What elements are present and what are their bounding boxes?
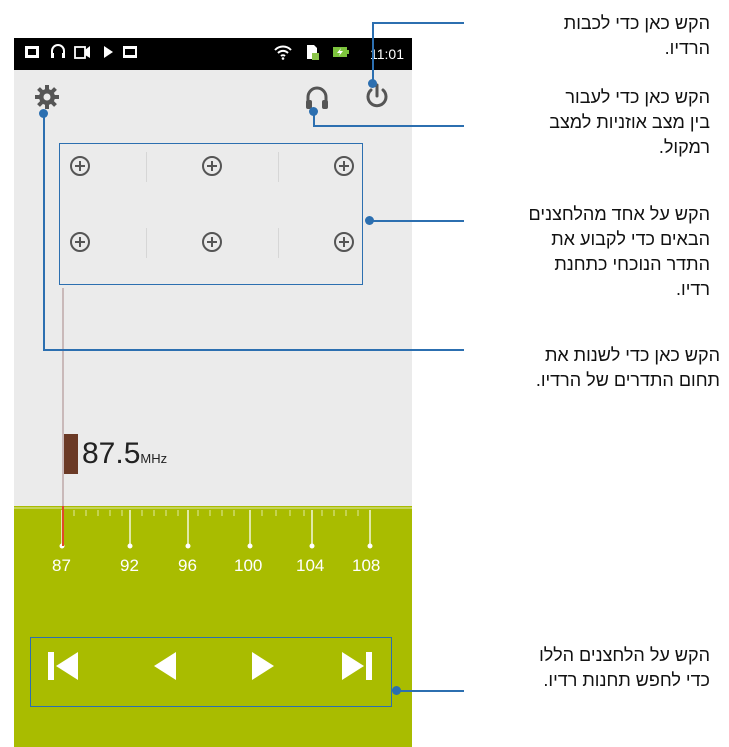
- status-time: 11:01: [370, 46, 404, 62]
- frequency-unit: MHz: [140, 451, 168, 466]
- gallery-icon: [122, 44, 138, 64]
- radio-toolbar: [14, 70, 412, 128]
- presets-leader: [369, 220, 464, 222]
- sim-card-icon: [304, 44, 320, 64]
- seek-leader: [396, 690, 464, 692]
- band-leader-dot: [39, 109, 48, 118]
- note-band: הקש כאן כדי לשנות את תחום התדרים של הרדי…: [535, 345, 720, 390]
- frequency-readout: 87.5MHz: [82, 436, 167, 477]
- status-bar: 11:01: [14, 38, 412, 70]
- frequency-value: 87.5: [82, 437, 141, 470]
- tuning-marker[interactable]: [64, 434, 78, 474]
- headset-icon: [50, 44, 66, 64]
- power-leader-dot: [368, 79, 377, 88]
- scale-label: 104: [296, 556, 325, 575]
- scale-label: 96: [178, 556, 197, 575]
- note-seek: הקש על הלחצנים הללו כדי לחפש תחנות רדיו.: [539, 645, 710, 690]
- sim-icon: [24, 44, 40, 64]
- play-icon: [102, 44, 114, 64]
- scale-label: 92: [120, 556, 139, 575]
- seek-highlight-frame: [30, 637, 392, 707]
- power-leader: [372, 22, 374, 84]
- scale-label: 108: [352, 556, 381, 575]
- headphone-leader: [313, 125, 464, 127]
- frequency-scale[interactable]: [14, 506, 412, 747]
- note-headphone: הקש כאן כדי לעבור בין מצב אוזניות למצב ר…: [549, 87, 710, 157]
- presets-leader-dot: [365, 216, 374, 225]
- power-leader: [372, 22, 464, 24]
- band-leader: [43, 114, 45, 350]
- note-power: הקש כאן כדי לכבות הרדיו.: [563, 13, 710, 58]
- note-presets: הקש על אחד מהלחצנים הבאים כדי לקבוע את ה…: [528, 204, 710, 299]
- scale-label: 100: [234, 556, 263, 575]
- seek-leader-dot: [392, 686, 401, 695]
- presets-highlight-frame: [59, 143, 363, 285]
- scale-label: 87: [52, 556, 71, 575]
- headphone-leader-dot: [309, 107, 318, 116]
- notification-icon: [74, 44, 92, 64]
- battery-charging-icon: [332, 44, 350, 64]
- band-leader: [43, 349, 464, 351]
- wifi-icon: [274, 44, 292, 64]
- power-icon[interactable]: [364, 82, 390, 110]
- gear-icon[interactable]: [34, 84, 60, 110]
